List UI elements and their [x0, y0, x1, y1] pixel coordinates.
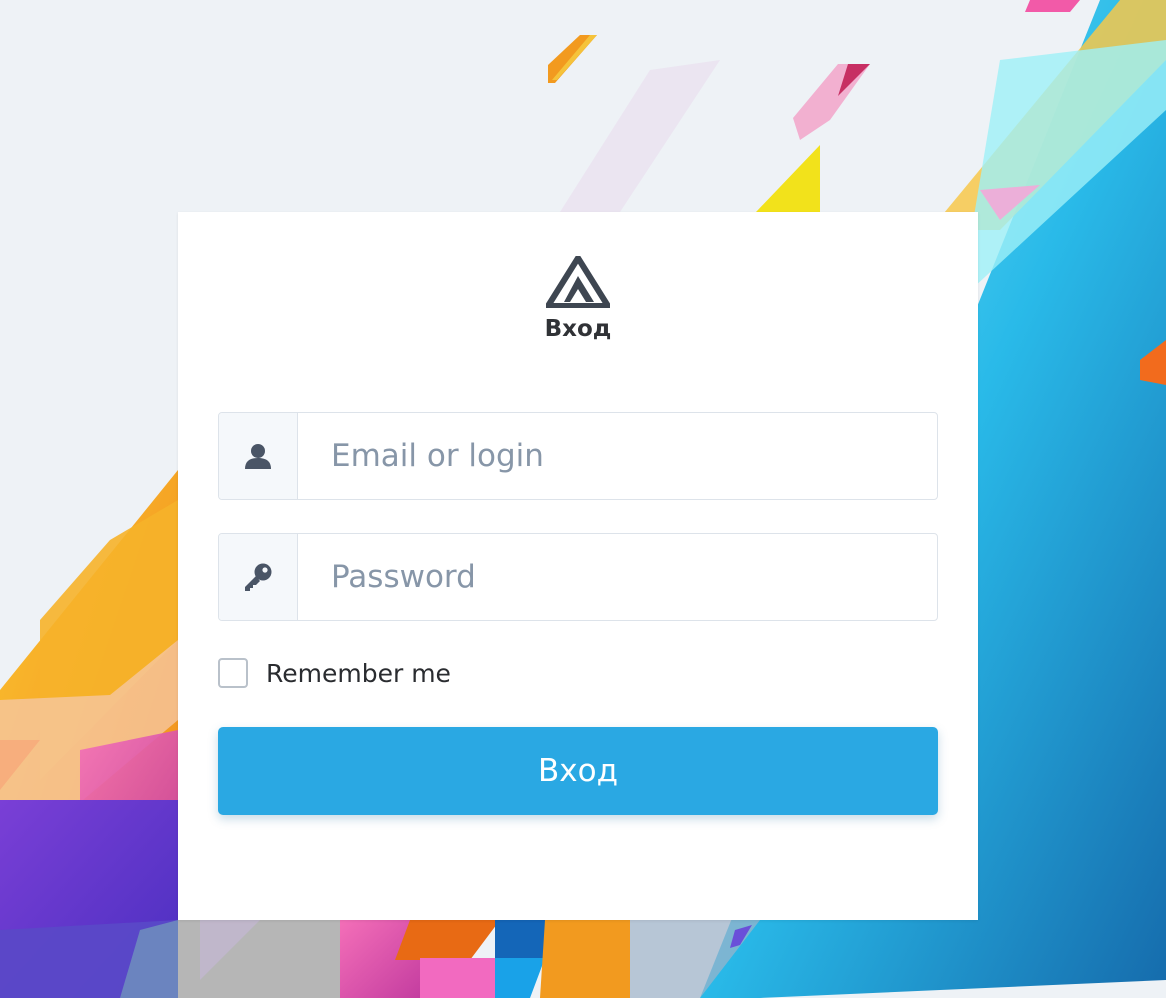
- user-icon: [245, 444, 271, 469]
- login-button[interactable]: Вход: [218, 727, 938, 815]
- email-field-addon: [219, 413, 298, 499]
- remember-me-label[interactable]: Remember me: [266, 659, 451, 688]
- email-input[interactable]: [298, 413, 937, 499]
- password-field-group: [218, 533, 938, 621]
- password-input[interactable]: [298, 534, 937, 620]
- email-field-group: [218, 412, 938, 500]
- page-title: Вход: [544, 316, 612, 342]
- remember-me-checkbox[interactable]: [218, 658, 248, 688]
- login-card: Вход Remember me Вход: [178, 212, 978, 920]
- remember-me[interactable]: Remember me: [218, 658, 451, 688]
- password-field-addon: [219, 534, 298, 620]
- key-icon: [245, 563, 272, 591]
- logo-triangle-icon: [546, 256, 610, 308]
